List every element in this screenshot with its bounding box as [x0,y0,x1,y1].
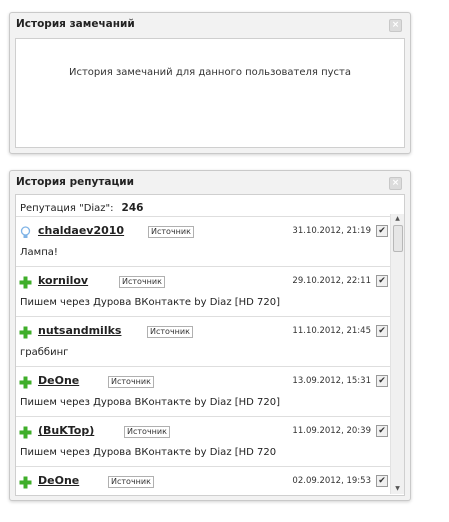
entry-username-link[interactable]: DeOne [38,374,79,387]
entry-checkbox[interactable]: ✔ [376,475,388,487]
entry-comment: Пишем через Дурова ВКонтакте by Diaz [HD… [20,447,277,458]
reputation-summary: Репутация "Diaz": 246 [20,202,143,214]
reputation-entry: nutsandmilks Источник 11.10.2012, 21:45 ✔ гр… [16,316,390,366]
notes-empty-message: История замечаний для данного пользовате… [68,67,351,78]
entry-comment: Пишем через Дурова ВКонтакте by Diaz [HD… [20,397,281,408]
entry-date: 29.10.2012, 22:11 [292,276,371,286]
reputation-panel-title: История репутации [16,176,134,188]
reputation-close-icon[interactable]: × [389,177,402,190]
entry-source-link[interactable]: Источник [124,426,170,438]
reputation-entry: DeOne Источник 13.09.2012, 15:31 ✔ Пишем чер… [16,366,390,416]
plus-icon [19,424,32,439]
plus-icon [19,324,32,339]
entry-comment: Пишем через Дурова ВКонтакте by Diaz [HD… [20,297,281,308]
entry-source-link[interactable]: Источник [108,476,154,488]
scroll-thumb[interactable] [393,225,403,252]
reputation-history-panel: История репутации × Репутация "Diaz": 246… [9,170,411,501]
notes-history-panel: История замечаний × История замечаний дл… [9,12,411,154]
entry-comment: Лампа! [20,247,58,258]
entry-checkbox[interactable]: ✔ [376,425,388,437]
scroll-down-icon[interactable]: ▼ [391,484,404,494]
plus-icon [19,474,32,489]
entry-checkbox[interactable]: ✔ [376,275,388,287]
entry-date: 11.09.2012, 20:39 [292,426,371,436]
entry-checkbox[interactable]: ✔ [376,375,388,387]
reputation-entry: DeOne Источник 02.09.2012, 19:53 ✔ [16,466,390,495]
reputation-panel-body: Репутация "Diaz": 246 chaldaev2010 Источни… [15,194,405,496]
entry-source-link[interactable]: Источник [148,226,194,238]
reputation-entry: chaldaev2010 Источник 31.10.2012, 21:19 ✔ Ла… [16,216,390,266]
notes-panel-title: История замечаний [16,18,135,30]
lightbulb-icon [19,224,32,238]
entry-date: 11.10.2012, 21:45 [292,326,371,336]
reputation-value: 246 [121,202,144,214]
reputation-entry: (BuKTop) Источник 11.09.2012, 20:39 ✔ Пишем … [16,416,390,466]
reputation-entry: kornilov Источник 29.10.2012, 22:11 ✔ Пишем … [16,266,390,316]
reputation-scrollbar[interactable]: ▲ ▼ [390,214,404,494]
entry-date: 13.09.2012, 15:31 [292,376,371,386]
entry-checkbox[interactable]: ✔ [376,225,388,237]
entry-source-link[interactable]: Источник [147,326,193,338]
entry-date: 02.09.2012, 19:53 [292,476,371,486]
reputation-label: Репутация "Diaz": [20,203,114,214]
entry-username-link[interactable]: nutsandmilks [38,324,121,337]
notes-close-icon[interactable]: × [389,19,402,32]
entry-source-link[interactable]: Источник [119,276,165,288]
entry-source-link[interactable]: Источник [108,376,154,388]
scroll-up-icon[interactable]: ▲ [391,214,404,224]
plus-icon [19,274,32,289]
entry-username-link[interactable]: kornilov [38,274,88,287]
entry-checkbox[interactable]: ✔ [376,325,388,337]
entry-username-link[interactable]: DeOne [38,474,79,487]
entry-comment: граббинг [20,347,69,358]
notes-panel-body: История замечаний для данного пользовате… [15,38,405,148]
entry-username-link[interactable]: (BuKTop) [38,424,94,437]
entry-date: 31.10.2012, 21:19 [292,226,371,236]
plus-icon [19,374,32,389]
entry-username-link[interactable]: chaldaev2010 [38,224,124,237]
